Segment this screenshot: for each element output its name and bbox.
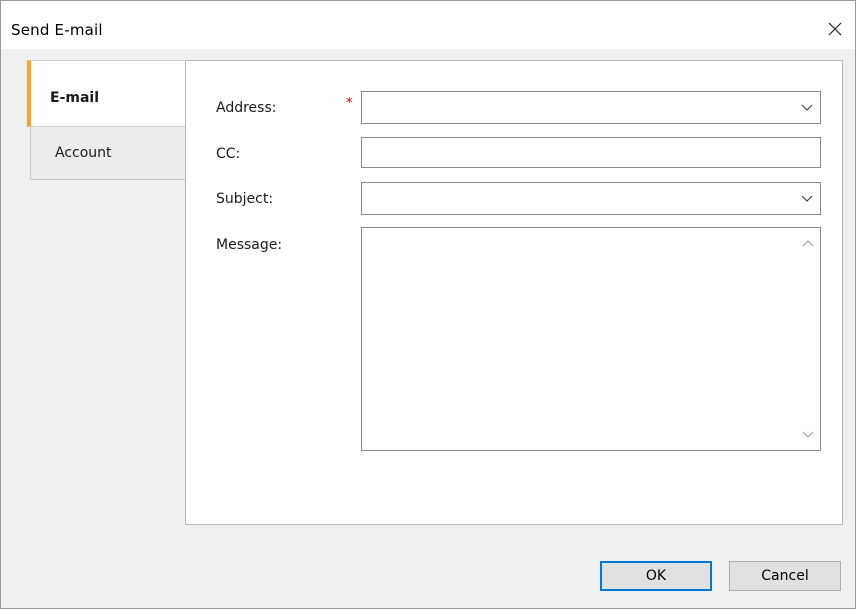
scroll-down-icon[interactable]	[802, 430, 814, 440]
cc-field[interactable]	[361, 137, 821, 168]
subject-label: Subject:	[216, 191, 274, 207]
close-icon	[828, 22, 842, 36]
chevron-down-icon[interactable]	[800, 192, 814, 206]
address-combobox[interactable]	[361, 91, 821, 124]
chevron-down-icon[interactable]	[800, 101, 814, 115]
subject-combobox[interactable]	[361, 182, 821, 215]
message-input[interactable]	[366, 232, 792, 446]
cc-label: CC:	[216, 146, 241, 162]
tab-account-label: Account	[55, 145, 112, 161]
cancel-button[interactable]: Cancel	[729, 561, 841, 591]
tab-account[interactable]: Account	[30, 127, 186, 180]
subject-input[interactable]	[366, 187, 788, 209]
scroll-up-icon[interactable]	[802, 238, 814, 248]
address-label: Address:	[216, 100, 277, 116]
close-button[interactable]	[815, 15, 855, 45]
ok-button[interactable]: OK	[600, 561, 712, 591]
required-indicator: *	[346, 96, 353, 111]
message-textarea[interactable]	[361, 227, 821, 451]
title-bar: Send E-mail	[1, 1, 855, 49]
address-input[interactable]	[366, 96, 788, 118]
tab-email[interactable]: E-mail	[27, 60, 186, 127]
message-label: Message:	[216, 237, 283, 253]
cc-input[interactable]	[366, 142, 788, 164]
window-title: Send E-mail	[11, 21, 103, 39]
tab-email-label: E-mail	[50, 90, 100, 106]
